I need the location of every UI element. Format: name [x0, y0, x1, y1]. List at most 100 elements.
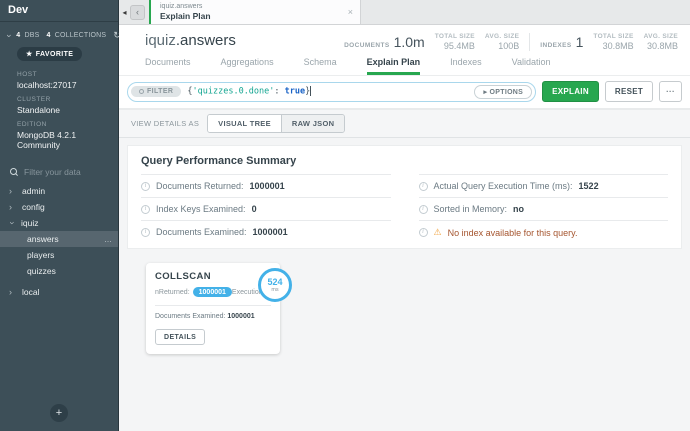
sidebar: Dev › 4 DBS 4 COLLECTIONS ↻ ★ FAVORITE H… — [0, 0, 119, 431]
summary-row-execution-time: i Actual Query Execution Time (ms): 1522 — [419, 174, 669, 197]
sidebar-item-admin[interactable]: › admin — [0, 183, 118, 199]
chevron-right-icon: › — [9, 202, 19, 212]
tab-schema[interactable]: Schema — [304, 57, 337, 75]
chevron-right-icon: › — [9, 186, 19, 196]
tab-view-name: Explain Plan — [160, 11, 354, 21]
sidebar-item-config[interactable]: › config — [0, 199, 118, 215]
collection-header: iquiz.answers DOCUMENTS 1.0m TOTAL SIZE … — [119, 25, 690, 51]
summary-label: Index Keys Examined: — [156, 204, 246, 214]
stat-documents: DOCUMENTS 1.0m — [344, 34, 425, 50]
explain-content: Query Performance Summary i Documents Re… — [119, 138, 690, 431]
db-part: iquiz — [145, 32, 176, 49]
collection-stats: DOCUMENTS 1.0m TOTAL SIZE 95.4MB AVG. SI… — [344, 32, 678, 51]
tab-explain-plan[interactable]: Explain Plan — [367, 57, 421, 75]
workspace-tabstrip: ◂ ‹ iquiz.answers Explain Plan × — [119, 0, 690, 25]
chevron-right-icon: › — [9, 287, 19, 297]
favorite-label: FAVORITE — [36, 51, 74, 58]
stat-idx-total-size: TOTAL SIZE 30.8MB — [593, 33, 633, 51]
favorite-button[interactable]: ★ FAVORITE — [17, 47, 82, 61]
info-icon: i — [141, 205, 150, 214]
chevron-down-icon: › — [8, 222, 18, 225]
sidebar-item-local[interactable]: › local — [0, 284, 118, 300]
sidebar-filter — [0, 159, 118, 183]
options-button[interactable]: ▸ OPTIONS — [474, 85, 532, 99]
summary-value: 1522 — [579, 181, 599, 191]
sidebar-collapse-icon[interactable]: ◂ — [119, 0, 130, 24]
cluster-label: CLUSTER — [17, 96, 110, 103]
edition-info: EDITION MongoDB 4.2.1 Community — [0, 118, 118, 153]
host-info: HOST localhost:27017 — [0, 68, 118, 93]
text-cursor — [310, 86, 311, 96]
database-tree: › admin › config › iquiz answers … playe… — [0, 183, 118, 300]
main-area: ◂ ‹ iquiz.answers Explain Plan × iquiz.a… — [119, 0, 690, 431]
filter-circle-icon — [139, 89, 144, 94]
workspace-tab[interactable]: iquiz.answers Explain Plan × — [149, 0, 361, 24]
sidebar-filter-input[interactable] — [24, 167, 114, 177]
explain-button[interactable]: EXPLAIN — [542, 81, 599, 102]
db-name: iquiz — [21, 218, 38, 228]
docs-examined-label: Documents Examined: — [155, 313, 225, 320]
dbs-count: 4 DBS — [16, 32, 39, 39]
close-icon[interactable]: × — [348, 7, 353, 17]
tab-aggregations[interactable]: Aggregations — [221, 57, 274, 75]
stat-doc-total-size: TOTAL SIZE 95.4MB — [435, 33, 475, 51]
filter-query-text: {'quizzes.0.done': true} — [187, 86, 311, 97]
stat-indexes: INDEXES 1 — [540, 34, 583, 50]
info-icon: i — [141, 228, 150, 237]
collscan-stage-card: COLLSCAN nReturned: 1000001 Execution Ti… — [146, 263, 280, 354]
stage-docs-examined-row: Documents Examined: 1000001 — [155, 313, 271, 320]
stage-name: COLLSCAN — [155, 271, 271, 282]
sidebar-item-iquiz[interactable]: › iquiz — [0, 215, 118, 231]
collection-name: quizzes — [27, 266, 56, 276]
summary-value: no — [513, 204, 524, 214]
view-details-row: VIEW DETAILS AS VISUAL TREE RAW JSON — [119, 110, 690, 138]
info-icon: i — [419, 205, 428, 214]
stat-value: 100B — [485, 41, 519, 51]
info-icon: i — [141, 182, 150, 191]
summary-row-index-warning: i ⚠ No index available for this query. — [419, 220, 669, 244]
tab-documents[interactable]: Documents — [145, 57, 191, 75]
details-button[interactable]: DETAILS — [155, 329, 205, 345]
previous-tab-button[interactable]: ‹ — [130, 5, 145, 20]
filter-input[interactable]: FILTER {'quizzes.0.done': true} ▸ OPTION… — [127, 82, 536, 102]
sidebar-item-quizzes[interactable]: quizzes — [0, 263, 118, 279]
query-bar: FILTER {'quizzes.0.done': true} ▸ OPTION… — [119, 76, 690, 110]
summary-label: Documents Returned: — [156, 181, 244, 191]
query-performance-summary: Query Performance Summary i Documents Re… — [127, 145, 682, 249]
stat-label: INDEXES — [540, 42, 571, 49]
summary-title: Query Performance Summary — [141, 155, 668, 167]
summary-grid: i Documents Returned: 1000001 i Index Ke… — [141, 174, 668, 244]
reset-button[interactable]: RESET — [605, 81, 653, 102]
stat-value: 30.8MB — [593, 41, 633, 51]
db-name: local — [22, 287, 39, 297]
summary-row-sorted-in-memory: i Sorted in Memory: no — [419, 197, 669, 220]
create-database-button[interactable]: + — [50, 404, 68, 422]
tab-validation[interactable]: Validation — [512, 57, 551, 75]
docs-examined-value: 1000001 — [227, 313, 254, 320]
more-options-icon[interactable]: … — [104, 235, 112, 244]
collection-part: .answers — [176, 32, 236, 49]
execution-time-donut: 524 ms — [258, 268, 292, 302]
host-label: HOST — [17, 71, 110, 78]
tab-indexes[interactable]: Indexes — [450, 57, 482, 75]
visual-tree-toggle[interactable]: VISUAL TREE — [208, 115, 281, 132]
stat-doc-avg-size: AVG. SIZE 100B — [485, 33, 519, 51]
summary-label: Documents Examined: — [156, 227, 247, 237]
summary-row-documents-returned: i Documents Returned: 1000001 — [141, 174, 391, 197]
search-icon — [10, 168, 18, 176]
sidebar-item-answers[interactable]: answers … — [0, 231, 118, 247]
connection-name: Dev — [0, 0, 118, 22]
db-name: admin — [22, 186, 45, 196]
chevron-down-icon[interactable]: › — [5, 34, 15, 37]
summary-label: Sorted in Memory: — [434, 204, 508, 214]
stat-value: 95.4MB — [435, 41, 475, 51]
warning-text: No index available for this query. — [448, 228, 578, 238]
stat-label: AVG. SIZE — [485, 33, 519, 40]
sidebar-item-players[interactable]: players — [0, 247, 118, 263]
summary-row-documents-examined: i Documents Examined: 1000001 — [141, 220, 391, 243]
stats-divider — [529, 33, 530, 51]
stat-label: TOTAL SIZE — [593, 33, 633, 40]
raw-json-toggle[interactable]: RAW JSON — [281, 115, 344, 132]
more-options-button[interactable]: ··· — [659, 81, 682, 102]
stat-idx-avg-size: AVG. SIZE 30.8MB — [644, 33, 678, 51]
